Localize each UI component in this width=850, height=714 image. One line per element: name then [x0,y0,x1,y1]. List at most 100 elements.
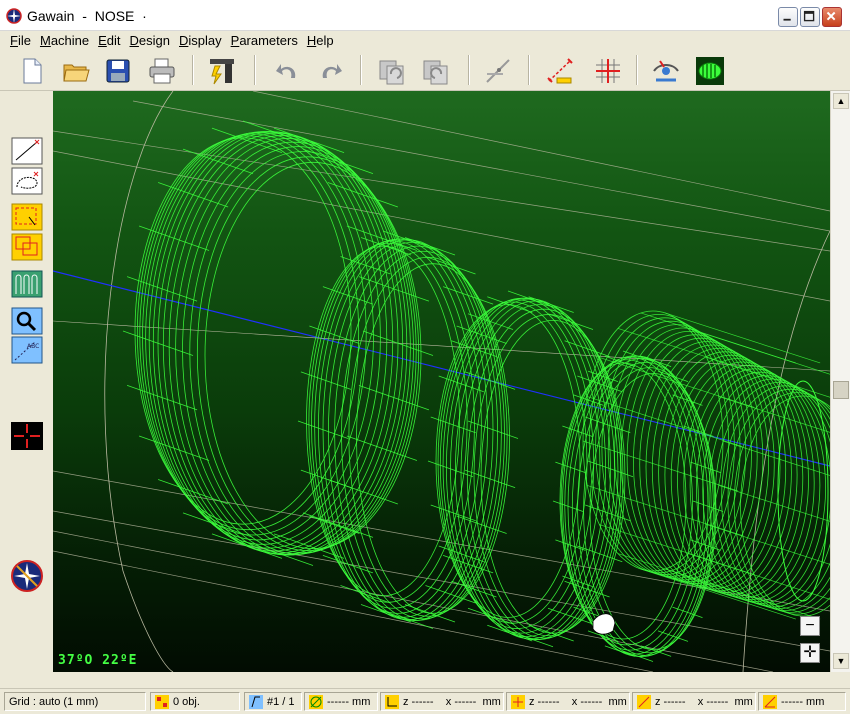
machine-button[interactable] [206,55,238,87]
svg-text:ABC: ABC [27,343,39,350]
delta-icon [637,694,651,709]
dimension-button[interactable] [544,55,576,87]
hand-cursor [592,613,616,635]
new-file-icon [23,58,42,84]
angle-icon [763,694,777,709]
wireframe-ring [442,297,601,634]
status-tail: ------ mm [758,692,846,711]
render-button[interactable] [694,55,726,87]
maximize-button[interactable] [800,7,820,27]
arc-tool-icon [11,167,43,195]
wireframe-rib [302,148,374,175]
new-file-button[interactable] [16,55,48,87]
zoom-tool-button[interactable] [10,306,44,336]
move-tool-button[interactable] [10,232,44,262]
undo-icon [276,64,296,78]
thread-rib [665,312,821,364]
grid-toggle-icon [596,59,620,83]
profile-waves-icon [11,270,43,298]
wireframe-rib [211,533,283,559]
crosshair-tool-button[interactable] [10,421,44,451]
scroll-thumb[interactable] [833,381,849,399]
spark-logo-button[interactable] [10,560,44,592]
vertical-scrollbar[interactable]: ▲ ▼ [830,91,850,672]
status-coord-3: z ------ x ------ mm [632,692,756,711]
menu-machine[interactable]: Machine [36,33,94,48]
select-box-tool-button[interactable] [10,202,44,232]
text-annotate-icon: ABC [11,336,43,364]
measure-button[interactable] [482,55,514,87]
select-box-icon [11,203,43,231]
save-button[interactable] [102,55,134,87]
page-icon [249,694,263,709]
status-objects: 0 obj. [150,692,240,711]
wireframe-rib [273,127,345,154]
view-button[interactable] [650,55,682,87]
redo-button[interactable] [314,55,346,87]
print-button[interactable] [146,55,178,87]
stock-line [132,100,830,232]
open-button[interactable] [60,55,92,87]
viewport-footer [0,672,850,688]
target-icon [511,694,525,709]
stock-line [53,550,654,672]
diameter-icon [309,694,323,709]
printer-icon [149,58,175,84]
minimize-button[interactable] [778,7,798,27]
zoom-out-button[interactable]: − [800,616,820,636]
line-tool-button[interactable] [10,136,44,166]
move-copy-icon [11,233,43,261]
window-title: Gawain - NOSE · [27,8,147,24]
3d-viewport[interactable]: 37ºO 22ºE − ✛ [53,91,830,672]
paste-part-button[interactable] [420,55,452,87]
crosshair-icon [11,422,43,450]
wireframe-rib [442,554,494,574]
thread-ring [677,361,809,599]
wireframe-rib [346,435,418,461]
scroll-down-icon[interactable]: ▼ [833,653,849,669]
menu-help[interactable]: Help [303,33,339,48]
status-diameter: ------ mm [304,692,378,711]
wireframe-ring [145,131,381,545]
status-grid: Grid : auto (1 mm) [4,692,146,711]
menu-file[interactable]: File [6,33,36,48]
gawain-logo-icon [6,8,22,24]
status-coord-1: z ------ x ------ mm [380,692,504,711]
copy-part-icon [379,60,404,85]
left-tool-palette: ABC [0,91,53,688]
dimension-line-icon [547,58,573,84]
thread-rib [640,568,796,620]
end-face [777,380,829,602]
status-page: #1 / 1 [244,692,302,711]
wireframe-ring [152,131,394,552]
orientation-readout: 37ºO 22ºE [58,653,138,668]
menu-design[interactable]: Design [126,33,175,48]
grid-button[interactable] [592,55,624,87]
thread-ring [639,341,775,588]
menu-parameters[interactable]: Parameters [227,33,303,48]
undo-button[interactable] [272,55,304,87]
wireframe-rib [562,575,593,587]
menu-display[interactable]: Display [175,33,227,48]
scroll-up-icon[interactable]: ▲ [833,93,849,109]
thread-ring [670,358,804,597]
copy-part-button[interactable] [376,55,408,87]
spark-logo-icon [11,560,43,592]
measure-tool-icon [486,59,510,83]
arc-tool-button[interactable] [10,166,44,196]
objects-icon [155,694,169,709]
open-folder-icon [63,64,90,82]
save-disk-icon [106,59,130,83]
menu-edit[interactable]: Edit [94,33,125,48]
status-bar: Grid : auto (1 mm) 0 obj. #1 / 1 ------ … [0,688,850,714]
zoom-in-button[interactable]: ✛ [800,643,820,663]
annotate-tool-button[interactable]: ABC [10,335,44,365]
menu-bar: File Machine Edit Design Display Paramet… [0,31,850,49]
close-button[interactable] [822,7,842,27]
thread-rib [587,396,743,447]
wireframe-rib [182,512,254,538]
main-toolbar [0,49,850,91]
wireframe-rib [138,225,210,251]
profile-tool-button[interactable] [10,269,44,299]
paste-part-icon [423,60,448,85]
